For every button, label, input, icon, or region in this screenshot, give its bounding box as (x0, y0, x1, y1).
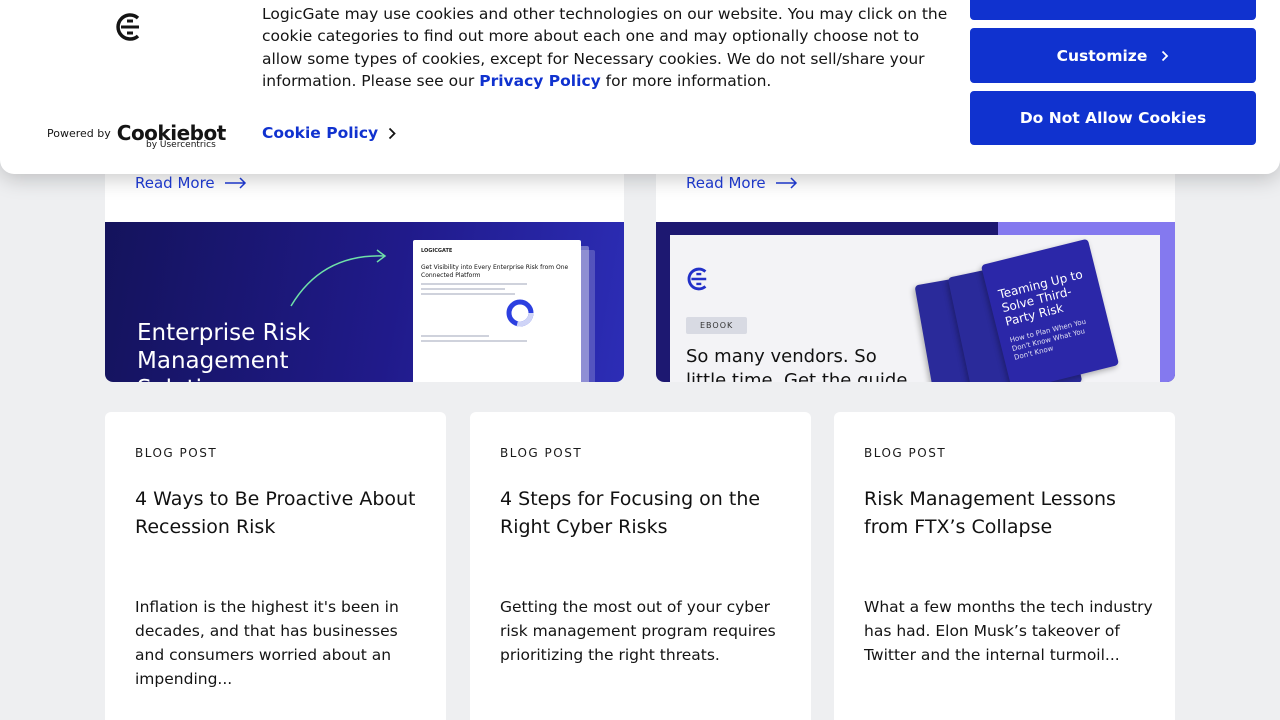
powered-by-label: Powered by (47, 126, 111, 140)
curved-arrow-decoration (290, 249, 387, 307)
blog-card-recession[interactable]: BLOG POST 4 Ways to Be Proactive About R… (105, 412, 446, 720)
usercentrics-label: by Usercentrics (146, 140, 216, 150)
allow-cookies-button[interactable] (970, 0, 1256, 20)
erm-image-title: Enterprise Risk Management Solution (137, 320, 311, 382)
blog-post-excerpt: Getting the most out of your cyber risk … (500, 598, 776, 664)
privacy-policy-link[interactable]: Privacy Policy (479, 72, 601, 90)
customize-button[interactable]: Customize (970, 28, 1256, 83)
cookie-consent-banner: LogicGate may use cookies and other tech… (0, 0, 1280, 174)
doc-heading: Get Visibility into Every Enterprise Ris… (421, 264, 569, 279)
ebook-panel: EBOOK So many vendors. So little time. G… (670, 235, 1160, 382)
blog-post-excerpt: Inflation is the highest it's been in de… (135, 598, 399, 688)
blog-card-ftx[interactable]: BLOG POST Risk Management Lessons from F… (834, 412, 1175, 720)
blog-post-tag: BLOG POST (500, 446, 583, 460)
featured-image-erm[interactable]: Enterprise Risk Management Solution LOGI… (105, 222, 624, 382)
customize-label: Customize (1056, 46, 1148, 65)
read-more-link[interactable]: Read More (686, 174, 798, 192)
read-more-link[interactable]: Read More (135, 174, 247, 192)
chevron-right-icon (1162, 50, 1169, 61)
doc-brand: LOGICGATE (421, 248, 453, 254)
ebook-tag: EBOOK (686, 317, 748, 334)
featured-image-ebook[interactable]: EBOOK So many vendors. So little time. G… (656, 222, 1175, 382)
blog-post-tag: BLOG POST (864, 446, 947, 460)
blog-post-excerpt: What a few months the tech industry has … (864, 598, 1153, 664)
logicgate-logo-icon (116, 13, 140, 41)
cookie-message: LogicGate may use cookies and other tech… (262, 3, 952, 93)
blog-post-title[interactable]: 4 Ways to Be Proactive About Recession R… (135, 485, 425, 541)
do-not-allow-cookies-button[interactable]: Do Not Allow Cookies (970, 91, 1256, 145)
read-more-label: Read More (135, 174, 215, 192)
read-more-label: Read More (686, 174, 766, 192)
chevron-right-icon (389, 127, 396, 139)
donut-chart-graphic (506, 299, 534, 327)
blog-post-title[interactable]: 4 Steps for Focusing on the Right Cyber … (500, 485, 790, 541)
cookie-policy-label: Cookie Policy (262, 124, 379, 142)
blog-post-title[interactable]: Risk Management Lessons from FTX’s Colla… (864, 485, 1154, 541)
blog-card-cyber[interactable]: BLOG POST 4 Steps for Focusing on the Ri… (470, 412, 811, 720)
erm-document-preview: LOGICGATE Get Visibility into Every Ente… (413, 240, 581, 382)
logicgate-logo-icon (687, 267, 707, 291)
blog-post-tag: BLOG POST (135, 446, 218, 460)
arrow-right-icon (775, 177, 797, 189)
arrow-right-icon (224, 177, 246, 189)
do-not-allow-cookies-label: Do Not Allow Cookies (1019, 109, 1207, 127)
ebook-promo-text: So many vendors. So little time. Get the… (686, 346, 908, 382)
cookiebot-branding[interactable]: Powered by Cookiebot by Usercentrics (47, 121, 226, 150)
cookie-policy-link[interactable]: Cookie Policy (262, 124, 396, 142)
cookie-message-text-end: for more information. (600, 72, 772, 91)
